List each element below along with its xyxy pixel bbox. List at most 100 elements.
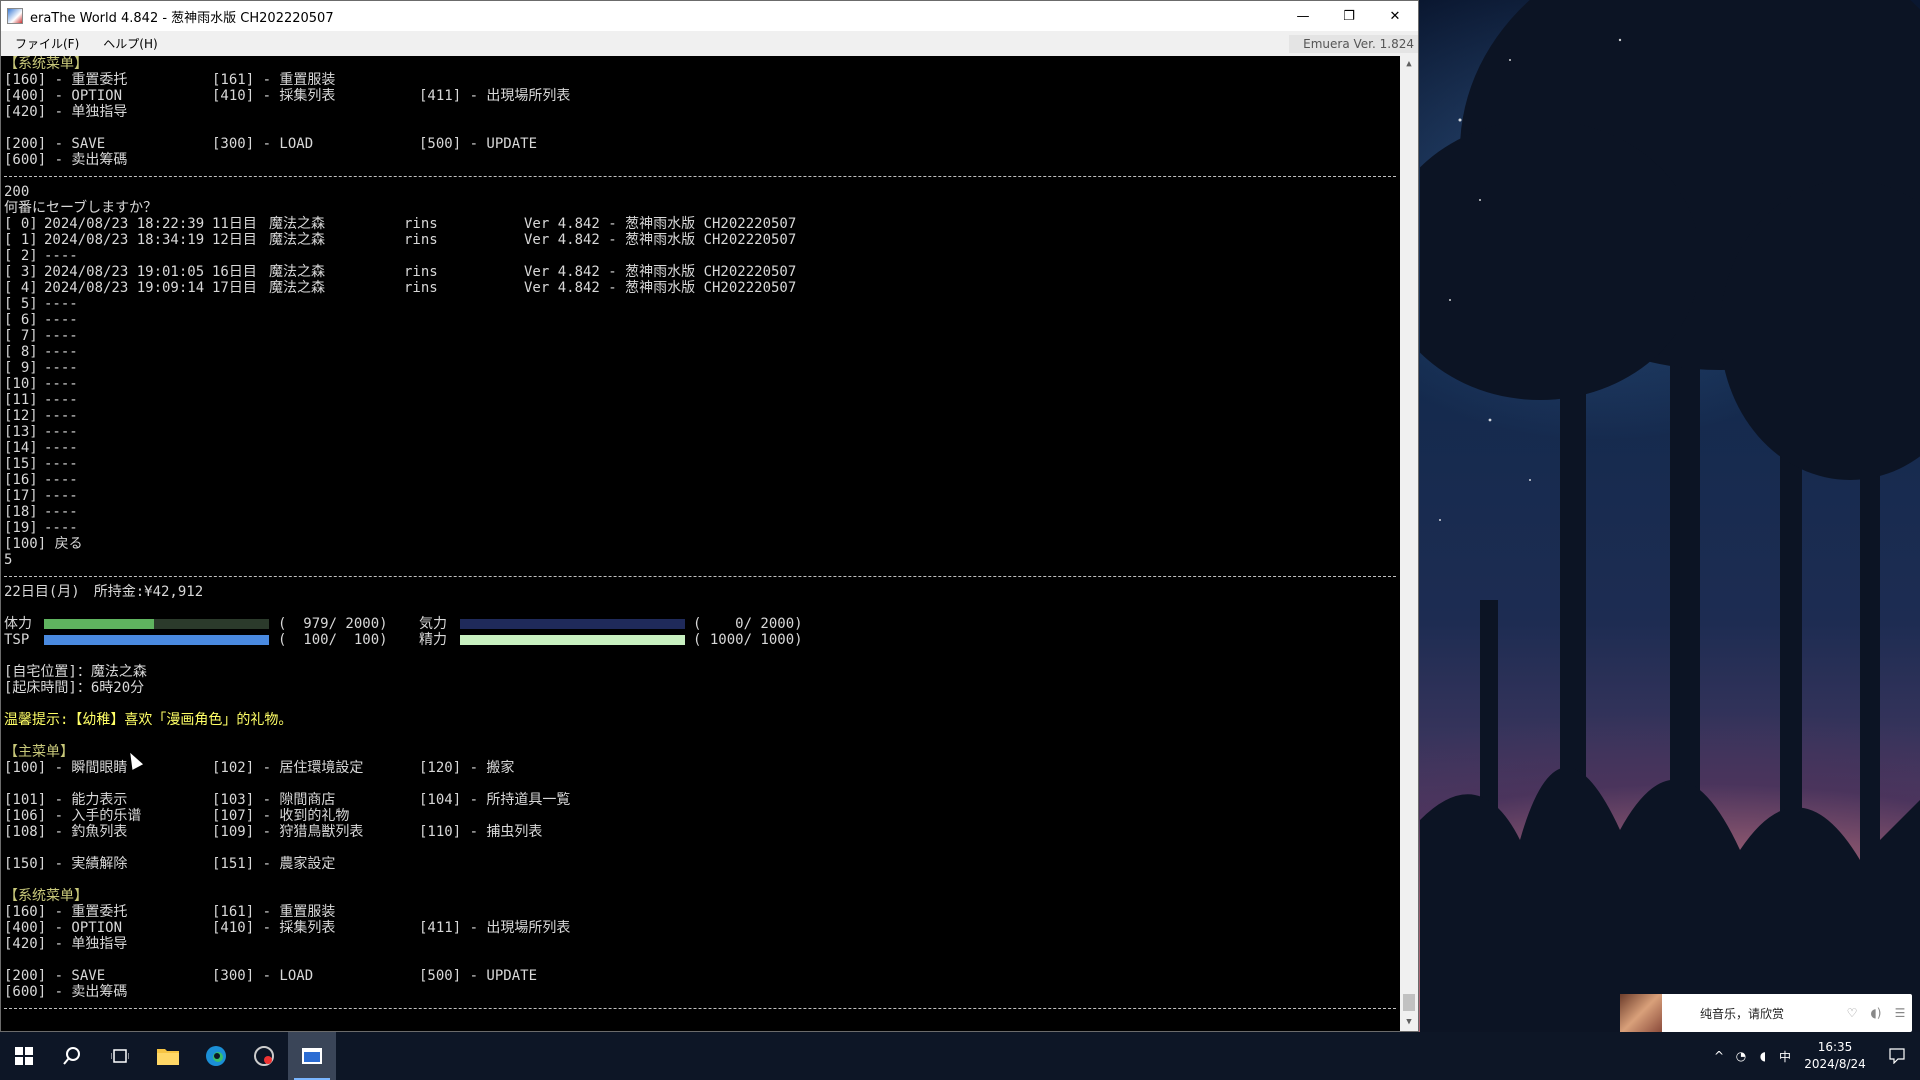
save-slot[interactable]: [17] ----	[4, 488, 1396, 504]
menu-option[interactable]: [411] - 出現場所列表	[419, 920, 570, 936]
menu-help[interactable]: ヘルプ(H)	[89, 35, 167, 52]
menu-option[interactable]: [400] - OPTION	[4, 920, 122, 936]
save-slot-slot: [18]	[4, 504, 38, 520]
menu-option[interactable]: [200] - SAVE	[4, 968, 105, 984]
close-button[interactable]: ✕	[1372, 1, 1418, 31]
menu-option[interactable]: [200] - SAVE	[4, 136, 105, 152]
save-slot[interactable]: [ 2] ----	[4, 248, 1396, 264]
menu-option[interactable]: [410] - 採集列表	[212, 88, 335, 104]
menu-option[interactable]: [300] - LOAD	[212, 136, 313, 152]
menu-option[interactable]: [160] - 重置委托	[4, 72, 127, 88]
menu-option[interactable]: [300] - LOAD	[212, 968, 313, 984]
era-app-button[interactable]	[240, 1032, 288, 1080]
save-slot[interactable]: [13] ----	[4, 424, 1396, 440]
menu-option[interactable]: [108] - 釣魚列表	[4, 824, 127, 840]
start-button[interactable]	[0, 1032, 48, 1080]
app-icon	[7, 8, 23, 24]
restore-button[interactable]: ❐	[1326, 1, 1372, 31]
save-slot-slot: [ 9]	[4, 360, 38, 376]
save-slot[interactable]: [ 6] ----	[4, 312, 1396, 328]
save-slot[interactable]: [18] ----	[4, 504, 1396, 520]
emuera-taskbar-button[interactable]	[288, 1032, 336, 1080]
menu-option[interactable]: [411] - 出現場所列表	[419, 88, 570, 104]
save-slot[interactable]: [14] ----	[4, 440, 1396, 456]
scroll-up-arrow-icon[interactable]: ▲	[1400, 56, 1418, 73]
tray-chevron-icon[interactable]: ^	[1708, 1049, 1730, 1063]
save-slot[interactable]: [19] ----	[4, 520, 1396, 536]
menu-option[interactable]: [102] - 居住環境設定	[212, 760, 363, 776]
notification-icon	[1889, 1048, 1905, 1064]
volume-icon[interactable]: ◖)	[1864, 1006, 1888, 1020]
menu-option[interactable]: [600] - 卖出筹碼	[4, 984, 127, 1000]
save-slot[interactable]: [ 3] 2024/08/23 19:01:05 16日目 魔法之森 rins Ver 4…	[4, 264, 1396, 280]
edge-browser-button[interactable]	[192, 1032, 240, 1080]
save-slot-slot: [15]	[4, 456, 38, 472]
save-slot[interactable]: [15] ----	[4, 456, 1396, 472]
menu-option[interactable]: [161] - 重置服装	[212, 72, 335, 88]
menu-option[interactable]: [500] - UPDATE	[419, 136, 537, 152]
menu-option[interactable]: [106] - 入手的乐谱	[4, 808, 141, 824]
notification-button[interactable]	[1874, 1048, 1920, 1064]
menu-option[interactable]: [100] - 瞬間眼睛	[4, 760, 127, 776]
menu-option[interactable]: [110] - 捕虫列表	[419, 824, 542, 840]
menu-option[interactable]: [104] - 所持道具一覧	[419, 792, 570, 808]
save-slot-slot: [17]	[4, 488, 38, 504]
save-slot[interactable]: [ 8] ----	[4, 344, 1396, 360]
menu-option[interactable]: [109] - 狩猎鳥獣列表	[212, 824, 363, 840]
menu-option[interactable]: [151] - 農家設定	[212, 856, 335, 872]
menu-row: [106] - 入手的乐谱 [107] - 收到的礼物	[4, 808, 1396, 824]
save-slot[interactable]: [12] ----	[4, 408, 1396, 424]
save-slot[interactable]: [ 9] ----	[4, 360, 1396, 376]
save-slot[interactable]: [ 4] 2024/08/23 19:09:14 17日目 魔法之森 rins Ver 4…	[4, 280, 1396, 296]
file-explorer-button[interactable]	[144, 1032, 192, 1080]
save-slot[interactable]: [ 0] 2024/08/23 18:22:39 11日目 魔法之森 rins Ver 4…	[4, 216, 1396, 232]
save-slot-place: 魔法之森	[269, 280, 325, 296]
network-icon[interactable]: ◔	[1730, 1049, 1752, 1063]
playlist-icon[interactable]: ☰	[1888, 1006, 1912, 1020]
menu-option[interactable]: [150] - 実績解除	[4, 856, 127, 872]
save-slot[interactable]: [11] ----	[4, 392, 1396, 408]
window-titlebar[interactable]: eraThe World 4.842 - 葱神雨水版 CH202220507 —…	[1, 1, 1418, 31]
save-slot[interactable]: [ 1] 2024/08/23 18:34:19 12日目 魔法之森 rins Ver 4…	[4, 232, 1396, 248]
search-button[interactable]	[48, 1032, 96, 1080]
separator	[4, 568, 1396, 584]
menu-option[interactable]: [600] - 卖出筹碼	[4, 152, 127, 168]
back-option[interactable]: [100] 戻る	[4, 536, 1396, 552]
save-slot-ver: Ver 4.842 - 葱神雨水版 CH202220507	[524, 216, 797, 232]
heart-icon[interactable]: ♡	[1840, 1006, 1864, 1020]
save-slot-datetime: ----	[44, 488, 78, 504]
speaker-icon[interactable]: ◖	[1752, 1049, 1774, 1063]
save-slot[interactable]: [10] ----	[4, 376, 1396, 392]
minimize-button[interactable]: —	[1280, 1, 1326, 31]
menu-option[interactable]: [420] - 单独指导	[4, 936, 127, 952]
main-menu-header: 【主菜单】	[4, 744, 74, 760]
menu-option[interactable]: [120] - 搬家	[419, 760, 514, 776]
save-slot-datetime: ----	[44, 296, 78, 312]
task-view-button[interactable]	[96, 1032, 144, 1080]
save-slot[interactable]: [ 7] ----	[4, 328, 1396, 344]
save-slot[interactable]: [16] ----	[4, 472, 1396, 488]
clock[interactable]: 16:35 2024/8/24	[1796, 1039, 1874, 1073]
menu-option[interactable]: [160] - 重置委托	[4, 904, 127, 920]
save-slot-datetime: ----	[44, 376, 78, 392]
save-slot[interactable]: [ 5] ----	[4, 296, 1396, 312]
ime-indicator[interactable]: 中	[1774, 1048, 1796, 1065]
menu-option[interactable]: [161] - 重置服装	[212, 904, 335, 920]
menu-file[interactable]: ファイル(F)	[1, 35, 89, 52]
menu-option[interactable]: [500] - UPDATE	[419, 968, 537, 984]
back-input: 5	[4, 552, 13, 568]
menu-option[interactable]: [107] - 收到的礼物	[212, 808, 349, 824]
stat-bar	[460, 635, 685, 645]
menu-option[interactable]: [410] - 採集列表	[212, 920, 335, 936]
menu-option[interactable]: [103] - 隙間商店	[212, 792, 335, 808]
scroll-thumb[interactable]	[1403, 994, 1415, 1011]
music-popup[interactable]: 纯音乐，请欣赏 ♡ ◖) ☰	[1620, 994, 1912, 1032]
menu-option[interactable]: [400] - OPTION	[4, 88, 122, 104]
menu-option[interactable]: [101] - 能力表示	[4, 792, 127, 808]
scroll-down-arrow-icon[interactable]: ▼	[1400, 1014, 1418, 1031]
save-slot-slot: [14]	[4, 440, 38, 456]
menu-option[interactable]: [420] - 单独指导	[4, 104, 127, 120]
vertical-scrollbar[interactable]: ▲ ▼	[1400, 56, 1418, 1031]
menu-row	[4, 952, 1396, 968]
save-slot-datetime: ----	[44, 440, 78, 456]
